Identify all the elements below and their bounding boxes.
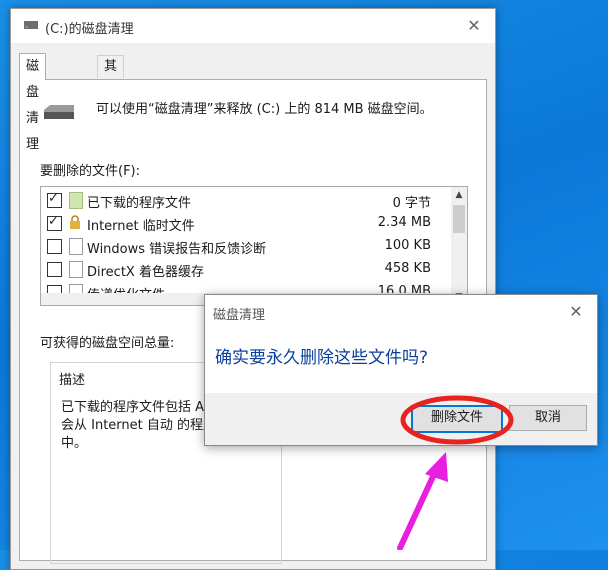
file-size: 2.34 MB — [377, 215, 431, 230]
scroll-thumb[interactable] — [453, 205, 465, 233]
file-name: DirectX 着色器缓存 — [87, 265, 204, 280]
vertical-scrollbar[interactable]: ▲ ▼ — [451, 187, 467, 305]
list-item[interactable]: Internet 临时文件 2.34 MB — [41, 212, 451, 235]
file-name: Windows 错误报告和反馈诊断 — [87, 242, 267, 257]
scroll-up-icon[interactable]: ▲ — [451, 187, 467, 203]
close-icon[interactable]: ✕ — [563, 299, 589, 325]
list-item[interactable]: Windows 错误报告和反馈诊断 100 KB — [41, 235, 451, 258]
checkbox[interactable] — [47, 214, 62, 231]
delete-files-button[interactable]: 删除文件 — [411, 405, 503, 433]
confirm-dialog: 磁盘清理 ✕ 确实要永久删除这些文件吗? 删除文件 取消 — [204, 294, 598, 446]
file-icon — [69, 238, 83, 255]
lock-icon — [70, 215, 80, 229]
disk-cleanup-window: (C:)的磁盘清理 ✕ 磁盘清理 其他选项 可以使用“磁盘清理”来释放 (C:)… — [10, 8, 496, 570]
free-space-info: 可以使用“磁盘清理”来释放 (C:) 上的 814 MB 磁盘空间。 — [96, 102, 433, 117]
file-name: 已下载的程序文件 — [87, 196, 192, 211]
dialog-message: 确实要永久删除这些文件吗? — [215, 348, 429, 368]
window-title: (C:)的磁盘清理 — [45, 22, 134, 37]
tab-disk-cleanup[interactable]: 磁盘清理 — [19, 53, 47, 152]
file-size: 100 KB — [384, 238, 431, 253]
file-name: Internet 临时文件 — [87, 219, 195, 234]
available-space-label: 可获得的磁盘空间总量: — [40, 336, 175, 351]
file-icon — [69, 261, 83, 278]
green-folder-icon — [69, 192, 83, 209]
drive-icon — [44, 105, 74, 119]
files-list[interactable]: 已下载的程序文件 0 字节 Internet 临时文件 2.34 MB Wind… — [40, 186, 468, 306]
file-size: 458 KB — [384, 261, 431, 276]
dialog-footer: 删除文件 取消 — [205, 393, 597, 445]
description-title: 描述 — [59, 373, 86, 388]
checkbox[interactable] — [47, 262, 62, 277]
title-bar: (C:)的磁盘清理 ✕ — [11, 9, 495, 43]
dialog-title: 磁盘清理 — [213, 308, 266, 323]
close-icon[interactable]: ✕ — [461, 13, 487, 39]
list-item[interactable]: 已下载的程序文件 0 字节 — [41, 189, 451, 212]
drive-icon — [24, 21, 38, 29]
list-item[interactable]: DirectX 着色器缓存 458 KB — [41, 258, 451, 281]
files-to-delete-label: 要删除的文件(F): — [40, 164, 141, 179]
checkbox[interactable] — [47, 239, 62, 254]
cancel-button[interactable]: 取消 — [509, 405, 587, 431]
tab-more-options[interactable]: 其他选项 — [97, 55, 125, 140]
checkbox[interactable] — [47, 191, 62, 208]
file-size: 0 字节 — [392, 196, 431, 211]
